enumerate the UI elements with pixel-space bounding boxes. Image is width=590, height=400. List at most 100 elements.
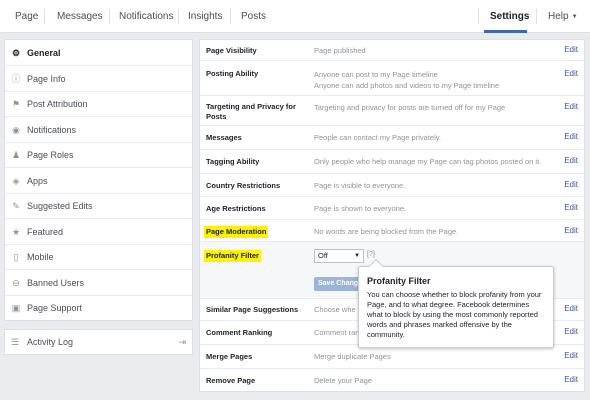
setting-label: Posting Ability (206, 69, 259, 78)
setting-row-page-moderation: Page Moderation No words are being block… (200, 220, 584, 242)
setting-label: Messages (206, 133, 242, 142)
edit-link[interactable]: Edit (564, 69, 578, 78)
edit-link[interactable]: Edit (564, 226, 578, 235)
setting-value: Page is visible to everyone. (314, 181, 406, 190)
setting-label: Comment Ranking (206, 328, 273, 337)
setting-row-targeting-privacy: Targeting and Privacy for Posts Targetin… (200, 96, 584, 126)
nav-divider (109, 9, 110, 24)
apps-icon: ◈ (12, 176, 20, 186)
sidebar-item-page-roles[interactable]: ♟ Page Roles (5, 142, 192, 168)
star-icon: ★ (11, 227, 21, 237)
sidebar-item-general[interactable]: ⚙ General (5, 40, 192, 66)
edit-link[interactable]: Edit (564, 304, 578, 313)
nav-divider (178, 9, 179, 24)
edit-link[interactable]: Edit (564, 180, 578, 189)
edit-link[interactable]: Edit (564, 375, 578, 384)
setting-value: Anyone can post to my Page timeline (314, 70, 438, 79)
caret-down-icon: ▼ (571, 14, 578, 20)
setting-value-secondary: Anyone can add photos and videos to my P… (314, 81, 500, 90)
setting-label: Remove Page (206, 376, 256, 385)
edit-link[interactable]: Edit (564, 156, 578, 165)
tab-insights[interactable]: Insights (188, 0, 222, 33)
setting-label: Age Restrictions (206, 204, 266, 213)
sidebar-item-notifications[interactable]: ◉ Notifications (5, 117, 192, 143)
sidebar-item-featured[interactable]: ★ Featured (5, 219, 192, 245)
edit-link[interactable]: Edit (564, 132, 578, 141)
tab-notifications[interactable]: Notifications (119, 0, 173, 33)
tab-page[interactable]: Page (15, 0, 38, 33)
sidebar-item-apps[interactable]: ◈ Apps (5, 168, 192, 194)
sidebar-item-page-support[interactable]: ▣ Page Support (5, 295, 192, 321)
edit-link[interactable]: Edit (564, 45, 578, 54)
profanity-filter-tooltip: Profanity Filter You can choose whether … (358, 258, 554, 348)
edit-icon: ✎ (12, 201, 20, 211)
sidebar-item-post-attribution[interactable]: ⚑ Post Attribution (5, 91, 192, 117)
setting-row-messages: Messages People can contact my Page priv… (200, 126, 584, 150)
select-value: Off (318, 251, 328, 260)
sidebar-item-page-info[interactable]: ⓘ Page Info (5, 66, 192, 92)
setting-label: Similar Page Suggestions (206, 305, 299, 314)
sidebar-item-suggested-edits[interactable]: ✎ Suggested Edits (5, 193, 192, 219)
help-icon[interactable]: [?] (367, 251, 375, 258)
setting-label: Targeting and Privacy for Posts (206, 102, 296, 121)
sidebar-item-label: Featured (27, 227, 64, 237)
setting-label: Page Moderation (204, 226, 269, 238)
setting-value: Delete your Page (314, 376, 372, 385)
setting-value: People can contact my Page privately. (314, 133, 442, 142)
sidebar-item-label: Page Support (27, 303, 83, 313)
sidebar-item-label: Banned Users (27, 278, 85, 288)
nav-divider (230, 9, 231, 24)
setting-value: Page is shown to everyone. (314, 204, 407, 213)
mobile-icon: ▯ (13, 252, 19, 262)
sidebar-item-label: Apps (27, 176, 48, 186)
setting-value: No words are being blocked from the Page… (314, 227, 459, 236)
tooltip-body: You can choose whether to block profanit… (367, 290, 542, 339)
setting-label: Profanity Filter (204, 250, 261, 262)
profanity-filter-select[interactable]: Off ▼ (314, 249, 364, 263)
edit-link[interactable]: Edit (564, 351, 578, 360)
setting-value: Targeting and privacy for posts are turn… (314, 103, 506, 112)
setting-label: Tagging Ability (206, 157, 260, 166)
person-icon: ♟ (11, 150, 21, 160)
page-top-nav: Page Messages Notifications Insights Pos… (0, 0, 590, 33)
setting-label: Merge Pages (206, 352, 253, 361)
sidebar-item-banned-users[interactable]: ⊖ Banned Users (5, 270, 192, 296)
gear-icon: ⚙ (11, 48, 21, 58)
sidebar-item-label: Suggested Edits (27, 201, 93, 211)
list-icon: ☰ (11, 336, 20, 347)
ban-icon: ⊖ (12, 278, 20, 288)
setting-value: Comment ran (314, 328, 360, 337)
info-icon: ⓘ (11, 74, 21, 84)
sidebar-item-label: Mobile (27, 252, 54, 262)
sidebar-item-label: Post Attribution (27, 99, 88, 109)
activity-log-link[interactable]: ☰ Activity Log ⇥ (4, 329, 193, 355)
edit-link[interactable]: Edit (564, 327, 578, 336)
active-tab-indicator (484, 30, 527, 33)
sidebar-item-label: Notifications (27, 125, 77, 135)
edit-link[interactable]: Edit (564, 102, 578, 111)
caret-down-icon: ▼ (354, 253, 360, 259)
exit-icon: ⇥ (178, 336, 186, 347)
setting-row-merge-pages: Merge Pages Merge duplicate Pages Edit (200, 345, 584, 369)
setting-label: Country Restrictions (206, 181, 281, 190)
tab-messages[interactable]: Messages (57, 0, 103, 33)
tab-settings[interactable]: Settings (490, 0, 529, 33)
sidebar-item-mobile[interactable]: ▯ Mobile (5, 244, 192, 270)
setting-row-tagging-ability: Tagging Ability Only people who help man… (200, 150, 584, 174)
edit-link[interactable]: Edit (564, 203, 578, 212)
support-icon: ▣ (11, 303, 21, 313)
setting-row-country-restrictions: Country Restrictions Page is visible to … (200, 174, 584, 197)
help-menu[interactable]: Help ▼ (548, 0, 578, 33)
tooltip-title: Profanity Filter (367, 276, 431, 286)
nav-divider (536, 9, 537, 24)
settings-sidebar: ⚙ General ⓘ Page Info ⚑ Post Attribution ◉ Noti… (4, 39, 193, 321)
globe-icon: ◉ (12, 125, 20, 135)
activity-log-label: Activity Log (27, 337, 74, 347)
tab-posts[interactable]: Posts (241, 0, 266, 33)
setting-row-posting-ability: Posting Ability Anyone can post to my Pa… (200, 61, 584, 96)
setting-row-remove-page: Remove Page Delete your Page Edit (200, 369, 584, 391)
flag-icon: ⚑ (11, 99, 21, 109)
setting-value: Only people who help manage my Page can … (314, 157, 542, 166)
setting-row-page-visibility: Page Visibility Page published Edit (200, 40, 584, 61)
setting-value: Merge duplicate Pages (314, 352, 391, 361)
